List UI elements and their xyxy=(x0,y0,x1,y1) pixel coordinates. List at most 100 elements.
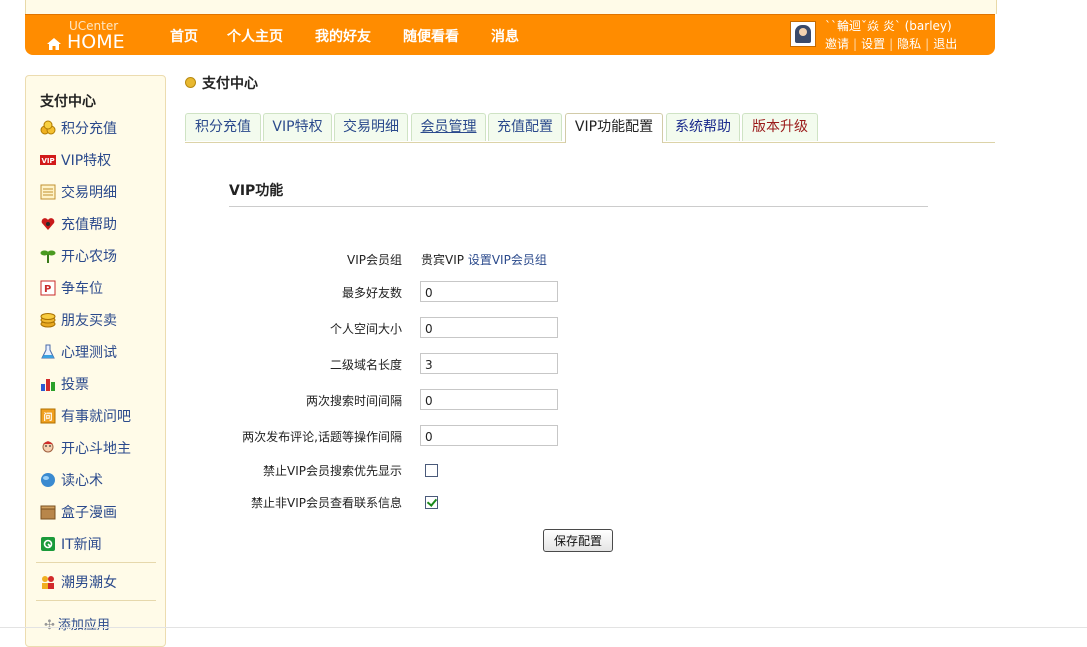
people-icon xyxy=(42,576,54,589)
sidebar-item-label: IT新闻 xyxy=(61,537,102,553)
add-app-link[interactable]: ✣ 添加应用 xyxy=(44,614,110,633)
bar-chart-icon xyxy=(41,379,55,391)
disable-contact-label: 禁止非VIP会员查看联系信息 xyxy=(251,496,402,510)
sidebar-item-it-news[interactable]: IT新闻 xyxy=(40,535,102,555)
sidebar-item-fashion[interactable]: 潮男潮女 xyxy=(40,573,117,593)
space-size-input[interactable] xyxy=(420,317,558,338)
sidebar-item-parking[interactable]: P 争车位 xyxy=(40,279,103,299)
flask-icon xyxy=(41,344,55,359)
tab-recharge-config[interactable]: 充值配置 xyxy=(488,113,562,141)
plus-icon: ✣ xyxy=(44,618,55,633)
nav-home[interactable]: 首页 xyxy=(170,26,198,46)
avatar-face-icon xyxy=(799,28,807,36)
coin-stack-icon xyxy=(40,313,56,328)
sidebar-item-happy-farm[interactable]: 开心农场 xyxy=(40,247,117,267)
disable-search-priority-label: 禁止VIP会员搜索优先显示 xyxy=(263,464,402,478)
svg-text:问: 问 xyxy=(44,411,53,423)
domain-length-input[interactable] xyxy=(420,353,558,374)
add-app-label: 添加应用 xyxy=(57,618,110,633)
vip-group-label: VIP会员组 xyxy=(347,253,402,267)
coin-icon xyxy=(185,77,196,88)
separator: | xyxy=(889,37,894,51)
sidebar-item-label: 争车位 xyxy=(61,281,103,297)
section-title: VIP功能 xyxy=(229,183,284,199)
section-divider xyxy=(229,206,928,207)
logout-link[interactable]: 退出 xyxy=(933,37,957,51)
post-interval-input[interactable] xyxy=(420,425,558,446)
nav-explore[interactable]: 随便看看 xyxy=(403,26,459,46)
settings-link[interactable]: 设置 xyxy=(861,37,885,51)
sidebar-item-label: 盒子漫画 xyxy=(61,505,117,521)
tab-bar: 积分充值 VIP特权 交易明细 会员管理 充值配置 VIP功能配置 系统帮助 版… xyxy=(185,113,995,143)
sidebar-item-recharge-help[interactable]: 充值帮助 xyxy=(40,215,117,235)
vip-icon: VIP xyxy=(40,155,56,165)
vip-group-value: 贵宾VIP 设置VIP会员组 xyxy=(421,251,547,268)
vip-group-name: 贵宾VIP xyxy=(421,253,464,267)
sidebar-divider xyxy=(36,600,156,601)
sidebar-item-vip[interactable]: VIP VIP特权 xyxy=(40,151,111,171)
avatar[interactable] xyxy=(790,21,816,47)
sidebar-item-label: 充值帮助 xyxy=(61,217,117,233)
sidebar-item-credit-recharge[interactable]: 积分充值 xyxy=(40,119,117,139)
sprout-icon xyxy=(40,250,56,263)
sidebar-item-landlord[interactable]: 开心斗地主 xyxy=(40,439,131,459)
set-vip-group-link[interactable]: 设置VIP会员组 xyxy=(468,253,547,267)
tab-transactions[interactable]: 交易明细 xyxy=(334,113,408,141)
sidebar-item-vote[interactable]: 投票 xyxy=(40,375,89,395)
sidebar-title: 支付中心 xyxy=(40,94,96,110)
invite-link[interactable]: 邀请 xyxy=(825,37,849,51)
save-config-button[interactable]: 保存配置 xyxy=(543,529,613,552)
sidebar-item-transactions[interactable]: 交易明细 xyxy=(40,183,117,203)
question-icon: 问 xyxy=(40,408,56,424)
tab-vip-privileges[interactable]: VIP特权 xyxy=(263,113,332,141)
separator: | xyxy=(925,37,930,51)
tab-label: 会员管理 xyxy=(420,119,477,135)
box-icon xyxy=(40,505,56,520)
search-interval-label: 两次搜索时间间隔 xyxy=(305,394,402,408)
sidebar-item-psych-test[interactable]: 心理测试 xyxy=(40,343,117,363)
svg-text:VIP: VIP xyxy=(42,157,55,165)
tab-system-help[interactable]: 系统帮助 xyxy=(666,113,740,141)
max-friends-input[interactable] xyxy=(420,281,558,302)
domain-length-label: 二级域名长度 xyxy=(329,358,402,372)
top-navbar: UCenter HOME 首页 个人主页 我的好友 随便看看 消息 ``輪迴ˇ焱… xyxy=(25,14,995,55)
cards-icon xyxy=(42,441,54,453)
globe-icon xyxy=(41,473,55,487)
disable-contact-checkbox[interactable] xyxy=(425,496,438,509)
post-interval-label: 两次发布评论,话题等操作间隔 xyxy=(242,430,402,444)
sidebar-item-mind-reading[interactable]: 读心术 xyxy=(40,471,103,491)
nav-friends[interactable]: 我的好友 xyxy=(315,26,371,46)
username[interactable]: ``輪迴ˇ焱 炎` (barley) xyxy=(825,17,952,34)
ucenter-home-logo[interactable]: UCenter HOME xyxy=(47,18,137,54)
tab-member-management[interactable]: 会员管理 xyxy=(411,113,486,141)
disable-search-priority-checkbox[interactable] xyxy=(425,464,438,477)
sidebar-item-label: VIP特权 xyxy=(61,153,112,169)
user-box: ``輪迴ˇ焱 炎` (barley) 邀请 | 设置 | 隐私 | 退出 xyxy=(790,17,990,53)
privacy-link[interactable]: 隐私 xyxy=(897,37,921,51)
svg-text:P: P xyxy=(44,284,51,295)
sidebar-divider xyxy=(36,562,156,563)
tab-vip-function-config[interactable]: VIP功能配置 xyxy=(565,113,663,143)
page-title: 支付中心 xyxy=(185,73,258,93)
tab-version-upgrade[interactable]: 版本升级 xyxy=(742,113,818,141)
heart-help-icon xyxy=(41,218,55,230)
sidebar-item-label: 有事就问吧 xyxy=(61,409,131,425)
news-icon xyxy=(41,537,55,551)
sidebar-item-friend-trade[interactable]: 朋友买卖 xyxy=(40,311,117,331)
sidebar-item-label: 读心术 xyxy=(61,473,103,489)
page-title-text: 支付中心 xyxy=(202,76,258,92)
sidebar-item-label: 投票 xyxy=(61,377,89,393)
nav-messages[interactable]: 消息 xyxy=(491,26,519,46)
sidebar-item-label: 交易明细 xyxy=(61,185,117,201)
page-bottom-border xyxy=(0,627,1087,628)
parking-icon: P xyxy=(40,280,56,296)
sidebar-item-ask[interactable]: 问有事就问吧 xyxy=(40,407,131,427)
search-interval-input[interactable] xyxy=(420,389,558,410)
app-sidebar: 支付中心 积分充值 VIP VIP特权 交易明细 充值帮助 开心农场 P 争车位 朋… xyxy=(25,75,166,647)
top-strip xyxy=(25,0,997,14)
sidebar-item-comics[interactable]: 盒子漫画 xyxy=(40,503,117,523)
tab-credit-recharge[interactable]: 积分充值 xyxy=(185,113,261,141)
nav-profile[interactable]: 个人主页 xyxy=(227,26,283,46)
user-links: 邀请 | 设置 | 隐私 | 退出 xyxy=(825,35,957,52)
coins-icon xyxy=(40,120,56,135)
